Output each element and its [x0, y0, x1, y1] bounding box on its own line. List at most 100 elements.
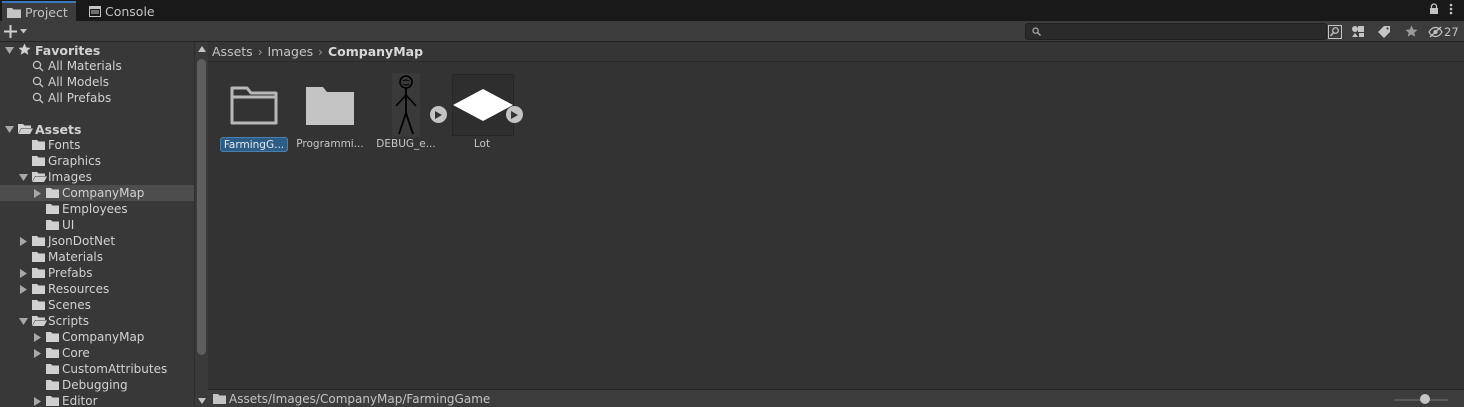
project-toolbar: 27	[0, 21, 1464, 42]
tree-scrollbar[interactable]	[194, 42, 208, 407]
folder-icon	[7, 7, 21, 18]
breadcrumb-item-images[interactable]: Images	[268, 44, 314, 59]
tree-item-resources[interactable]: Resources	[0, 281, 194, 297]
folder-icon	[302, 74, 358, 136]
tree-item-prefabs[interactable]: Prefabs	[0, 265, 194, 281]
favorite-item-all-models[interactable]: All Models	[0, 74, 194, 90]
asset-label: DEBUG_e...	[376, 138, 436, 150]
search-icon	[32, 76, 44, 88]
play-icon[interactable]	[506, 106, 523, 123]
open-folder-icon	[32, 315, 47, 327]
folder-icon	[46, 331, 59, 342]
status-bar: Assets/Images/CompanyMap/FarmingGame	[208, 389, 1464, 407]
scrollbar-thumb[interactable]	[197, 59, 206, 355]
asset-item-programming[interactable]: Programmi...	[292, 72, 368, 156]
scroll-down-arrow-icon[interactable]	[198, 398, 206, 404]
collapsed-arrow-icon[interactable]	[32, 348, 42, 358]
asset-grid: FarmingG... Programmi... DEBUG_e... Lot	[208, 62, 1464, 389]
scroll-up-arrow-icon[interactable]	[198, 46, 206, 52]
expanded-arrow-icon[interactable]	[4, 45, 14, 55]
chevron-down-icon	[20, 29, 27, 34]
asset-item-lot[interactable]: Lot	[444, 72, 523, 156]
favorite-item-label: All Models	[48, 75, 109, 89]
search-by-type-icon[interactable]	[1325, 23, 1345, 40]
folder-icon	[213, 394, 226, 404]
filter-by-label-icon[interactable]	[1374, 23, 1394, 40]
lock-icon[interactable]	[1429, 3, 1439, 15]
tree-section-label: Assets	[35, 121, 82, 137]
tree-item-scripts[interactable]: Scripts	[0, 313, 194, 329]
tree-item-label: Core	[62, 346, 90, 360]
tab-project-label: Project	[25, 4, 68, 20]
tree-item-editor[interactable]: Editor	[0, 393, 194, 407]
folder-icon	[46, 363, 59, 374]
search-input[interactable]	[1025, 23, 1327, 40]
star-icon[interactable]	[1401, 23, 1421, 40]
tree-item-label: Materials	[48, 250, 104, 264]
tree-item-label: Employees	[62, 202, 128, 216]
zoom-slider-thumb[interactable]	[1420, 394, 1430, 404]
folder-icon	[46, 395, 59, 406]
tab-project[interactable]: Project	[2, 1, 76, 21]
tree-item-images[interactable]: Images	[0, 169, 194, 185]
tree-item-customattributes[interactable]: CustomAttributes	[0, 361, 194, 377]
search-icon	[32, 92, 44, 104]
tree-item-jsondotnet[interactable]: JsonDotNet	[0, 233, 194, 249]
tree-item-label: Graphics	[48, 154, 101, 168]
filter-by-type-icon[interactable]	[1348, 23, 1368, 40]
folder-icon	[32, 235, 45, 246]
tree-item-employees[interactable]: Employees	[0, 201, 194, 217]
search-icon	[32, 60, 44, 72]
collapsed-arrow-icon[interactable]	[18, 284, 28, 294]
expanded-arrow-icon[interactable]	[18, 172, 28, 182]
tree-item-materials[interactable]: Materials	[0, 249, 194, 265]
folder-icon	[32, 251, 45, 262]
tree-item-companymap[interactable]: CompanyMap	[0, 185, 194, 201]
breadcrumb: Assets › Images › CompanyMap	[208, 42, 1464, 62]
star-icon	[18, 43, 31, 56]
tree-item-label: Prefabs	[48, 266, 93, 280]
tree-item-companymap[interactable]: CompanyMap	[0, 329, 194, 345]
open-folder-icon	[32, 171, 47, 183]
more-options-icon[interactable]	[1449, 3, 1453, 15]
breadcrumb-item-companymap[interactable]: CompanyMap	[328, 44, 423, 59]
asset-item-farminggame[interactable]: FarmingG...	[216, 72, 292, 156]
tree-item-label: Debugging	[62, 378, 128, 392]
tree-item-graphics[interactable]: Graphics	[0, 153, 194, 169]
tree-item-ui[interactable]: UI	[0, 217, 194, 233]
empty-folder-icon	[226, 74, 282, 136]
collapsed-arrow-icon[interactable]	[32, 396, 42, 406]
folder-icon	[46, 187, 59, 198]
diamond-sprite-icon	[452, 74, 514, 136]
folder-icon	[46, 203, 59, 214]
tab-console-label: Console	[105, 3, 155, 19]
expanded-arrow-icon[interactable]	[4, 124, 14, 134]
favorite-item-label: All Prefabs	[48, 91, 112, 105]
tree-item-debugging[interactable]: Debugging	[0, 377, 194, 393]
asset-item-debug-sprite[interactable]: DEBUG_e...	[368, 72, 447, 156]
expanded-arrow-icon[interactable]	[18, 316, 28, 326]
favorite-item-all-materials[interactable]: All Materials	[0, 58, 194, 74]
tree-item-label: JsonDotNet	[48, 234, 116, 248]
create-button[interactable]	[4, 23, 34, 40]
hidden-count-label: 27	[1444, 24, 1459, 39]
tree-item-label: Scenes	[48, 298, 91, 312]
plus-icon	[4, 25, 17, 38]
collapsed-arrow-icon[interactable]	[18, 236, 28, 246]
console-icon	[89, 5, 101, 17]
favorite-item-all-prefabs[interactable]: All Prefabs	[0, 90, 194, 106]
collapsed-arrow-icon[interactable]	[32, 188, 42, 198]
folder-icon	[32, 267, 45, 278]
tree-section-favorites[interactable]: Favorites	[0, 42, 194, 58]
tree-item-fonts[interactable]: Fonts	[0, 137, 194, 153]
tree-item-core[interactable]: Core	[0, 345, 194, 361]
collapsed-arrow-icon[interactable]	[32, 332, 42, 342]
hidden-packages-toggle[interactable]: 27	[1428, 23, 1459, 40]
collapsed-arrow-icon[interactable]	[18, 268, 28, 278]
breadcrumb-item-assets[interactable]: Assets	[212, 44, 253, 59]
tab-console[interactable]: Console	[84, 1, 164, 21]
tree-item-scenes[interactable]: Scenes	[0, 297, 194, 313]
tree-item-label: Fonts	[48, 138, 81, 152]
tree-section-assets[interactable]: Assets	[0, 121, 194, 137]
chevron-right-icon: ›	[257, 44, 263, 59]
